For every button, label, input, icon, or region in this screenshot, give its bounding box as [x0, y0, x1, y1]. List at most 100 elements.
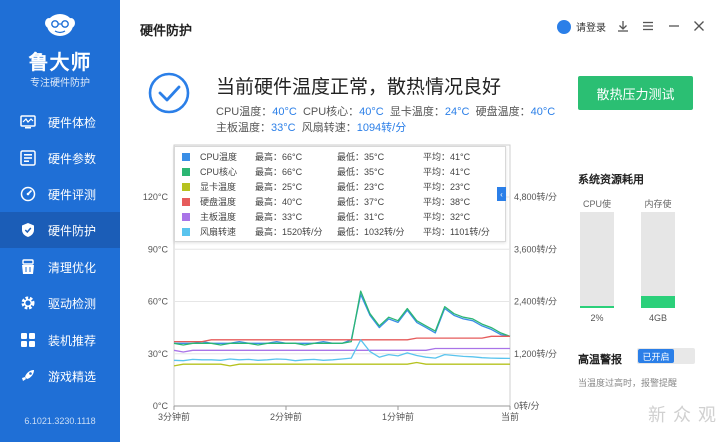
chevron-left-icon: ‹: [500, 189, 503, 199]
y-left-tick-label: 30°C: [148, 349, 169, 359]
version-text: 6.1021.3230.1118: [24, 416, 96, 426]
disk-temp-label: 硬盘温度：: [475, 106, 531, 118]
stress-test-button[interactable]: 散热压力测试: [578, 76, 693, 110]
minimize-icon: [669, 25, 679, 27]
broom-icon: [20, 259, 36, 275]
app-name: 鲁大师: [28, 52, 92, 74]
legend-row: 主板温度 最高：33°C 最低：31°C 平均：32°C: [175, 209, 505, 224]
sidebar-item-label: 清理优化: [48, 260, 97, 275]
series-line-显卡温度: [173, 361, 510, 367]
puzzle-icon: [20, 332, 36, 348]
status-title: 当前硬件温度正常，散热情况良好: [216, 77, 502, 98]
gear-icon: [20, 295, 36, 311]
toggle-on-label: 已开启: [638, 349, 674, 363]
legend-min: 最低：35°C: [337, 167, 385, 177]
cpu-usage-fill: [580, 306, 614, 308]
legend-max: 最高：40°C: [255, 197, 303, 207]
sidebar-item-hardware-protection[interactable]: 硬件防护: [0, 212, 120, 248]
legend-swatch: [182, 167, 190, 176]
sidebar-item-label: 硬件参数: [48, 151, 97, 166]
legend-min: 最低：35°C: [337, 152, 385, 162]
sidebar-item-label: 硬件防护: [48, 223, 97, 238]
legend-collapse-button[interactable]: ‹: [497, 187, 506, 201]
sidebar-item-hardware-check[interactable]: 硬件体检: [0, 104, 120, 140]
legend-swatch: [182, 182, 190, 191]
legend-max: 最高：66°C: [255, 152, 303, 162]
legend-avg: 平均：38°C: [423, 197, 471, 207]
status-ok-icon: [148, 72, 190, 114]
disk-temp-value: 40°C: [530, 106, 556, 118]
y-left-tick-label: 120°C: [143, 192, 169, 202]
legend-min: 最低：31°C: [337, 212, 385, 222]
legend-avg: 平均：41°C: [423, 167, 471, 177]
x-tick-label: 3分钟前: [158, 411, 190, 422]
menu-button[interactable]: [639, 17, 657, 35]
sidebar-item-build-recommend[interactable]: 装机推荐: [0, 322, 120, 358]
monitor-check-icon: [20, 114, 36, 130]
sidebar-item-hardware-benchmark[interactable]: 硬件评测: [0, 176, 120, 212]
legend-max: 最高：25°C: [255, 182, 303, 192]
high-temp-alarm-title: 高温警报: [578, 354, 622, 366]
legend-min: 最低：1032转/分: [337, 227, 405, 237]
gpu-temp-value: 24°C: [444, 106, 470, 118]
legend-row: 显卡温度 最高：25°C 最低：23°C 平均：23°C: [175, 179, 505, 194]
minimize-button[interactable]: [665, 17, 683, 35]
board-temp-label: 主板温度：: [216, 122, 271, 134]
sidebar-item-cleanup[interactable]: 清理优化: [0, 249, 120, 285]
fan-speed-label: 风扇转速：: [301, 122, 357, 134]
legend-avg: 平均：41°C: [423, 152, 471, 162]
shield-icon: [20, 222, 36, 238]
legend-avg: 平均：1101转/分: [423, 227, 490, 237]
sidebar-item-hardware-params[interactable]: 硬件参数: [0, 140, 120, 176]
cpu-core-label: CPU核心：: [302, 106, 360, 118]
legend-max: 最高：1520转/分: [255, 227, 323, 237]
close-icon: [694, 21, 704, 31]
rocket-icon: [20, 368, 36, 384]
memory-usage-bar: [641, 212, 675, 308]
legend-name: 风扇转速: [200, 227, 237, 237]
sidebar-item-label: 硬件评测: [48, 187, 97, 202]
high-temp-alarm-toggle[interactable]: 已开启: [637, 348, 695, 364]
x-tick-label: 1分钟前: [382, 411, 414, 422]
fan-speed-value: 1094转/分: [356, 122, 407, 134]
sidebar-item-driver-check[interactable]: 驱动检测: [0, 285, 120, 321]
app-logo: 鲁大师 专注硬件防护: [0, 6, 120, 92]
x-tick-label: 当前: [501, 411, 519, 422]
y-left-tick-label: 60°C: [148, 297, 169, 307]
chart-legend: CPU温度 最高：66°C 最低：35°C 平均：41°C CPU核心 最高：6…: [174, 146, 506, 242]
download-button[interactable]: [614, 17, 632, 35]
sidebar-item-label: 硬件体检: [48, 115, 97, 130]
legend-avg: 平均：32°C: [423, 212, 471, 222]
app-subtitle: 专注硬件防护: [30, 78, 90, 89]
x-tick-label: 2分钟前: [270, 411, 302, 422]
legend-name: CPU核心: [200, 167, 238, 177]
status-board-fan-line: 主板温度：33°C 风扇转速：1094转/分: [216, 119, 406, 135]
legend-name: CPU温度: [200, 152, 238, 162]
status-temps-line: CPU温度：40°C CPU核心：40°C 显卡温度：24°C 硬盘温度：40°…: [216, 103, 555, 119]
legend-swatch: [182, 152, 190, 161]
y-right-tick-label: 3,600转/分: [514, 243, 557, 254]
legend-row: CPU核心 最高：66°C 最低：35°C 平均：41°C: [175, 164, 505, 179]
legend-min: 最低：23°C: [337, 182, 385, 192]
sidebar: 鲁大师 专注硬件防护 硬件体检 硬件参数 硬件评测 硬件防护 清理优化 驱动检测…: [0, 0, 120, 442]
legend-swatch: [182, 197, 190, 206]
sidebar-item-label: 驱动检测: [48, 296, 97, 311]
login-button[interactable]: 请登录: [557, 19, 606, 34]
legend-max: 最高：33°C: [255, 212, 303, 222]
alarm-description: 当温度过高时，报警提醒: [578, 378, 678, 388]
y-right-tick-label: 0转/分: [514, 400, 540, 411]
close-button[interactable]: [690, 17, 708, 35]
mascot-logo-icon: [45, 14, 75, 36]
download-icon: [618, 21, 628, 32]
legend-avg: 平均：23°C: [423, 182, 471, 192]
legend-row: CPU温度 最高：66°C 最低：35°C 平均：41°C: [175, 149, 505, 164]
legend-row: 硬盘温度 最高：40°C 最低：37°C 平均：38°C: [175, 194, 505, 209]
user-avatar-icon: [557, 19, 571, 34]
sidebar-item-games[interactable]: 游戏精选: [0, 358, 120, 394]
legend-max: 最高：66°C: [255, 167, 303, 177]
legend-name: 硬盘温度: [200, 197, 237, 207]
speedometer-icon: [20, 186, 36, 202]
sidebar-item-label: 装机推荐: [48, 333, 97, 348]
cpu-temp-label: CPU温度：: [216, 106, 273, 118]
parameters-list-icon: [20, 150, 36, 166]
